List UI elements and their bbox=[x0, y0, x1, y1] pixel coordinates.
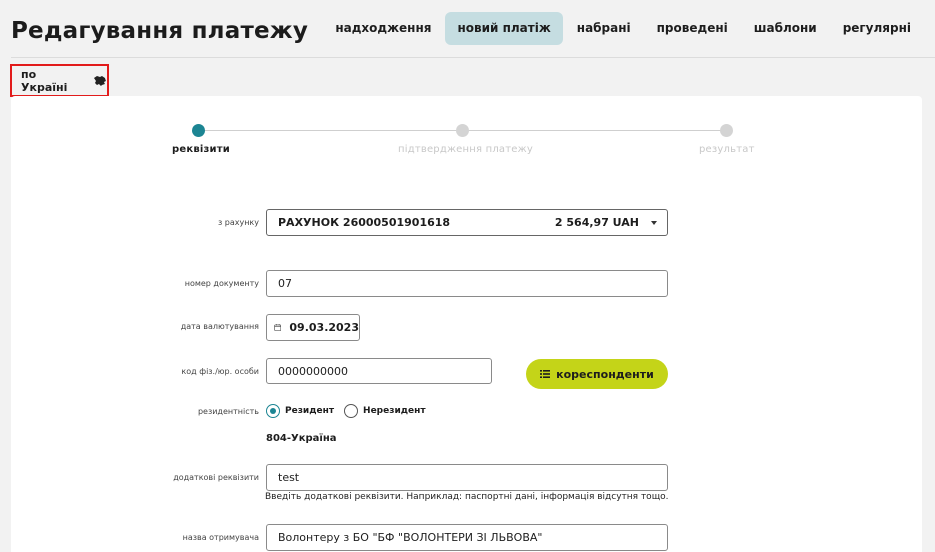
recipient-name-value: Волонтеру з БО "БФ "ВОЛОНТЕРИ ЗІ ЛЬВОВА" bbox=[278, 531, 543, 544]
tab-new-payment[interactable]: новий платіж bbox=[445, 12, 563, 45]
step-label-details: реквізити bbox=[172, 144, 230, 155]
tab-completed[interactable]: проведені bbox=[645, 12, 740, 45]
correspondents-button-label: кореспонденти bbox=[556, 367, 654, 381]
country-value: 804-Україна bbox=[266, 433, 337, 444]
step-dot-result bbox=[720, 124, 733, 137]
step-label-confirmation: підтвердження платежу bbox=[398, 144, 533, 155]
account-value: РАХУНОК 26000501901618 bbox=[278, 216, 451, 229]
value-date-value: 09.03.2023 bbox=[289, 321, 359, 334]
tax-code-label: код фіз./юр. особи bbox=[181, 367, 259, 376]
extra-details-input[interactable]: test bbox=[266, 464, 668, 491]
calendar-icon bbox=[274, 324, 282, 331]
tab-incoming[interactable]: надходження bbox=[323, 12, 443, 45]
correspondents-button[interactable]: кореспонденти bbox=[526, 359, 668, 389]
stepper-line-1 bbox=[198, 130, 463, 131]
account-balance-wrap: 2 564,97 UAH bbox=[555, 216, 657, 229]
tax-code-value: 0000000000 bbox=[278, 364, 348, 378]
ukraine-map-icon bbox=[94, 75, 107, 86]
recipient-name-label: назва отримувача bbox=[182, 533, 259, 542]
header-divider bbox=[11, 57, 935, 58]
resident-radio-label: Резидент bbox=[285, 406, 335, 416]
recipient-name-input[interactable]: Волонтеру з БО "БФ "ВОЛОНТЕРИ ЗІ ЛЬВОВА" bbox=[266, 524, 668, 551]
residency-label: резидентність bbox=[197, 407, 259, 416]
residency-radio-group: Резидент Нерезидент bbox=[266, 404, 436, 418]
value-date-picker[interactable]: 09.03.2023 bbox=[266, 314, 360, 341]
nonresident-radio[interactable] bbox=[344, 404, 359, 418]
extra-details-hint: Введіть додаткові реквізити. Наприклад: … bbox=[265, 492, 669, 502]
page-title: Редагування платежу bbox=[11, 18, 309, 44]
doc-number-label: номер документу bbox=[184, 279, 259, 288]
nonresident-radio-label: Нерезидент bbox=[363, 406, 426, 416]
step-label-result: результат bbox=[699, 144, 755, 155]
tab-drafts[interactable]: набрані bbox=[565, 12, 643, 45]
subtab-domestic[interactable]: по Україні bbox=[10, 64, 109, 97]
tab-templates[interactable]: шаблони bbox=[742, 12, 829, 45]
account-balance: 2 564,97 UAH bbox=[554, 216, 639, 229]
account-label: з рахунку bbox=[217, 218, 259, 227]
resident-radio[interactable] bbox=[266, 404, 280, 418]
list-icon bbox=[540, 370, 551, 378]
extra-details-value: test bbox=[278, 471, 300, 484]
doc-number-value: 07 bbox=[278, 277, 292, 290]
step-dot-details bbox=[192, 124, 205, 137]
subtab-label: по Україні bbox=[21, 67, 68, 94]
value-date-label: дата валютування bbox=[180, 322, 259, 331]
extra-details-label: додаткові реквізити bbox=[173, 473, 259, 482]
stepper-line-2 bbox=[463, 130, 727, 131]
tab-recurring[interactable]: регулярні bbox=[831, 12, 923, 45]
step-dot-confirmation bbox=[456, 124, 469, 137]
doc-number-input[interactable]: 07 bbox=[266, 270, 668, 297]
tax-code-input[interactable]: 0000000000 bbox=[266, 358, 492, 384]
top-tabs: надходження новий платіж набрані проведе… bbox=[321, 12, 923, 45]
account-select[interactable]: РАХУНОК 26000501901618 2 564,97 UAH bbox=[266, 209, 668, 236]
chevron-down-icon bbox=[651, 220, 657, 225]
